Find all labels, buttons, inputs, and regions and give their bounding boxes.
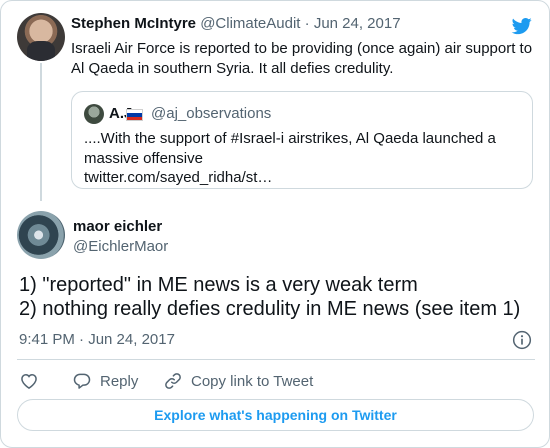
tweet-timestamp[interactable]: 9:41 PM · Jun 24, 2017 — [19, 331, 175, 348]
quoted-tweet-text: ....With the support of #Israel-i airstr… — [84, 130, 496, 167]
quoted-tweet[interactable]: A.J @aj_observations ....With the suppor… — [71, 91, 533, 189]
link-icon — [165, 373, 181, 389]
reply-label: Reply — [100, 372, 139, 390]
avatar[interactable] — [17, 211, 65, 259]
copy-link-label: Copy link to Tweet — [191, 372, 314, 390]
parent-tweet-header: Stephen McIntyre @ClimateAudit · Jun 24,… — [71, 15, 401, 32]
parent-tweet-text: Israeli Air Force is reported to be prov… — [71, 40, 533, 77]
quoted-author-handle: @aj_observations — [151, 105, 272, 122]
reply-tweet-text: 1) "reported" in ME news is a very weak … — [19, 273, 539, 321]
reply-author-name[interactable]: maor eichler — [73, 218, 162, 235]
tweet-actions: Reply Copy link to Tweet — [19, 369, 539, 393]
avatar[interactable] — [17, 13, 65, 61]
reply-bubble-icon — [73, 373, 91, 389]
quoted-tweet-link[interactable]: twitter.com/sayed_ridha/st… — [84, 169, 272, 186]
russia-flag-icon — [126, 109, 143, 121]
reply-button[interactable]: Reply — [72, 369, 138, 393]
twitter-logo-icon[interactable] — [510, 16, 534, 36]
author-handle[interactable]: @ClimateAudit — [200, 15, 300, 32]
reply-text-line: 1) "reported" in ME news is a very weak … — [19, 274, 418, 296]
author-name[interactable]: Stephen McIntyre — [71, 15, 196, 32]
separator-dot: · — [304, 15, 310, 32]
explore-twitter-button[interactable]: Explore what's happening on Twitter — [17, 399, 534, 431]
divider — [17, 359, 535, 360]
copy-link-button[interactable]: Copy link to Tweet — [163, 369, 313, 393]
like-button[interactable] — [19, 369, 39, 393]
reply-author-handle[interactable]: @EichlerMaor — [73, 238, 168, 255]
tweet-embed-card: Stephen McIntyre @ClimateAudit · Jun 24,… — [0, 0, 550, 448]
info-icon[interactable] — [512, 330, 532, 350]
reply-text-line: 2) nothing really defies credulity in ME… — [19, 298, 521, 320]
heart-icon — [21, 373, 37, 389]
tweet-date[interactable]: Jun 24, 2017 — [314, 15, 401, 32]
thread-connector-line — [40, 63, 42, 201]
avatar — [84, 104, 104, 124]
